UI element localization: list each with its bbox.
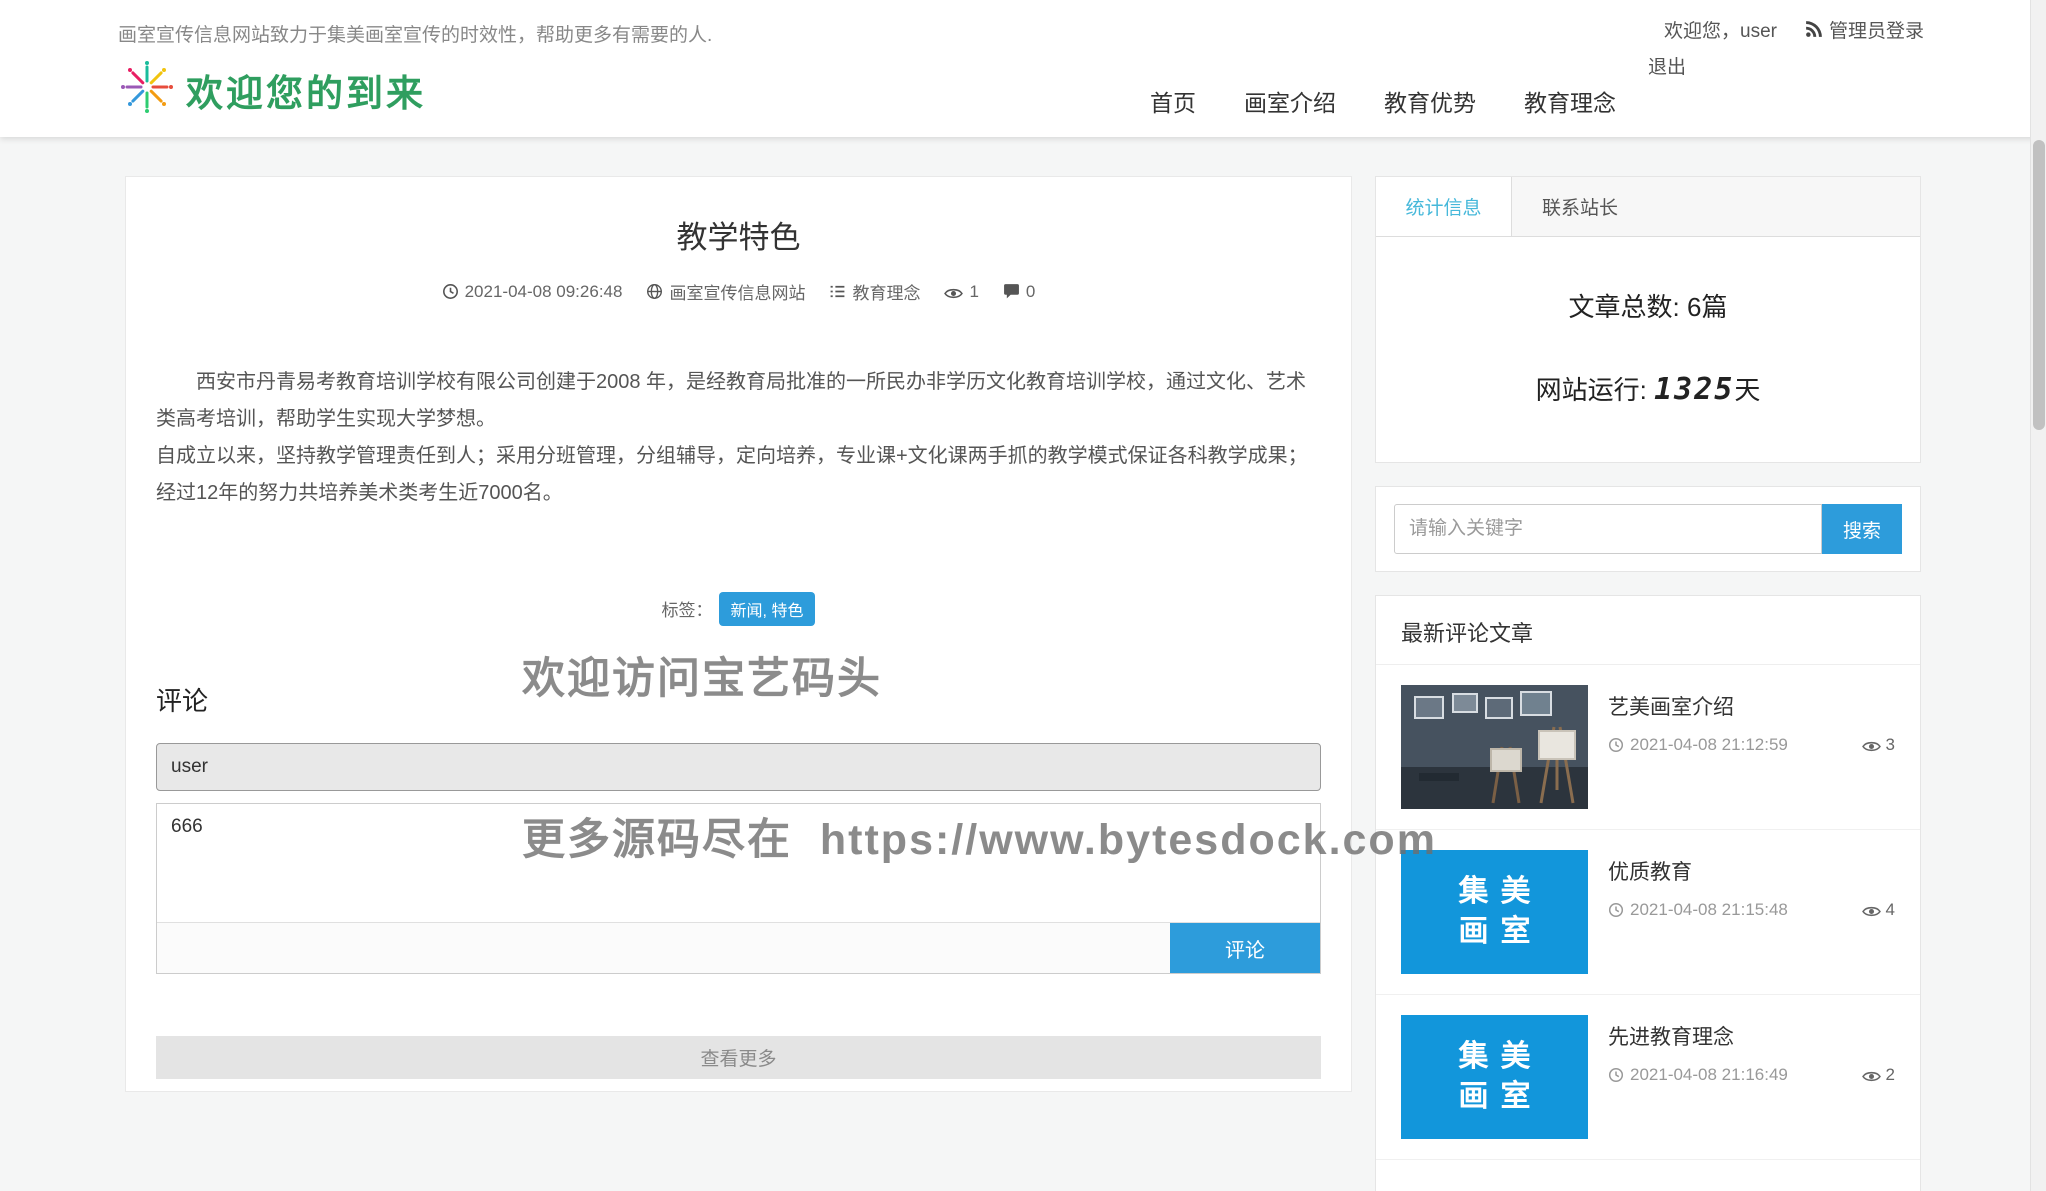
- admin-login-link[interactable]: 管理员登录: [1805, 16, 1924, 43]
- comments-heading: 评论: [156, 681, 1321, 718]
- article-title: 教学特色: [156, 212, 1321, 257]
- recent-comments-heading: 最新评论文章: [1376, 596, 1920, 665]
- nav-item-home[interactable]: 首页: [1150, 84, 1196, 118]
- stats-panel: 统计信息 联系站长 文章总数: 6篇 网站运行: 1325天: [1375, 176, 1921, 463]
- logo-text: 欢迎您的到来: [186, 63, 426, 117]
- site-slogan: 画室宣传信息网站致力于集美画室宣传的时效性，帮助更多有需要的人.: [118, 20, 712, 47]
- article-thumbnail-photo[interactable]: [1401, 685, 1588, 809]
- comment-form-footer: 评论: [157, 922, 1320, 973]
- article-thumbnail-logo[interactable]: 集美 画室: [1401, 1015, 1588, 1139]
- recent-article-item[interactable]: 艺美画室介绍 2021-04-08 21:12:59: [1376, 665, 1920, 830]
- nav-item-studio-intro[interactable]: 画室介绍: [1244, 84, 1336, 118]
- load-more-button[interactable]: 查看更多: [156, 1036, 1321, 1079]
- page-content: 教学特色 2021-04-08 09:26:48 画室宣传信息网站: [125, 176, 1921, 1191]
- recent-article-title[interactable]: 优质教育: [1608, 856, 1895, 886]
- clock-icon: [1608, 900, 1624, 920]
- article-view-count: 1: [944, 282, 978, 302]
- sidebar: 统计信息 联系站长 文章总数: 6篇 网站运行: 1325天 搜索 最新评论文章: [1375, 176, 1921, 1191]
- recent-article-info: 优质教育 2021-04-08 21:15:48: [1608, 850, 1895, 974]
- nav-item-education-philosophy[interactable]: 教育理念: [1524, 84, 1616, 118]
- tab-statistics[interactable]: 统计信息: [1376, 177, 1512, 236]
- article-body: 西安市丹青易考教育培训学校有限公司创建于2008 年，是经教育局批准的一所民办非…: [156, 364, 1321, 512]
- stat-total-articles: 文章总数: 6篇: [1376, 287, 1920, 324]
- recent-article-info: 艺美画室介绍 2021-04-08 21:12:59: [1608, 685, 1895, 809]
- recent-article-date: 2021-04-08 21:16:49: [1630, 1065, 1788, 1085]
- recent-article-views: 4: [1862, 900, 1895, 920]
- search-input[interactable]: [1394, 504, 1822, 554]
- search-panel: 搜索: [1375, 486, 1921, 572]
- topbar-user-area: 欢迎您，user 管理员登录 退出: [1648, 16, 1924, 79]
- starburst-logo-icon: [118, 58, 176, 121]
- recent-article-meta: 2021-04-08 21:16:49 2: [1608, 1065, 1895, 1085]
- site-logo[interactable]: 欢迎您的到来: [118, 58, 426, 121]
- main-nav: 首页 画室介绍 教育优势 教育理念: [1150, 84, 1616, 118]
- views-eye-icon: [1862, 735, 1881, 755]
- scrollbar-track[interactable]: [2030, 0, 2046, 1191]
- rss-icon: [1805, 19, 1823, 41]
- welcome-text: 欢迎您，user: [1664, 16, 1777, 43]
- recent-article-date: 2021-04-08 21:15:48: [1630, 900, 1788, 920]
- comment-bubble-icon: [1003, 282, 1020, 302]
- comment-form: 666 评论: [156, 803, 1321, 974]
- recent-article-date: 2021-04-08 21:12:59: [1630, 735, 1788, 755]
- scrollbar-thumb[interactable]: [2033, 140, 2045, 430]
- category-list-icon: [829, 282, 846, 302]
- article-category[interactable]: 教育理念: [829, 279, 920, 304]
- article-card: 教学特色 2021-04-08 09:26:48 画室宣传信息网站: [125, 176, 1352, 1092]
- recent-article-info: 先进教育理念 2021-04-08 21:16:49: [1608, 1015, 1895, 1139]
- article-thumbnail-logo[interactable]: 集美 画室: [1401, 850, 1588, 974]
- tags-label: 标签：: [662, 601, 713, 620]
- article-comment-count: 0: [1003, 282, 1035, 302]
- article-date: 2021-04-08 09:26:48: [442, 282, 623, 302]
- recent-article-item[interactable]: 集美 画室 优质教育 2021-04-08 21:15:48: [1376, 830, 1920, 995]
- comment-textarea[interactable]: 666: [157, 804, 1320, 922]
- article-tags-row: 标签： 新闻, 特色: [156, 592, 1321, 626]
- recent-article-item[interactable]: 集美 画室 先进教育理念 2021-04-08 21:16:49: [1376, 995, 1920, 1160]
- article-paragraph-2: 自成立以来，坚持教学管理责任到人；采用分班管理，分组辅导，定向培养，专业课+文化…: [156, 438, 1321, 512]
- recent-article-title[interactable]: 艺美画室介绍: [1608, 691, 1895, 721]
- globe-icon: [646, 282, 663, 302]
- views-eye-icon: [944, 282, 963, 302]
- article-source: 画室宣传信息网站: [646, 279, 805, 304]
- views-eye-icon: [1862, 900, 1881, 920]
- search-button[interactable]: 搜索: [1822, 504, 1902, 554]
- tag-badge[interactable]: 新闻, 特色: [719, 592, 816, 626]
- submit-comment-button[interactable]: 评论: [1170, 923, 1320, 973]
- recent-article-meta: 2021-04-08 21:15:48 4: [1608, 900, 1895, 920]
- recent-article-views: 3: [1862, 735, 1895, 755]
- tab-contact-webmaster[interactable]: 联系站长: [1512, 177, 1648, 236]
- recent-article-views: 2: [1862, 1065, 1895, 1085]
- clock-icon: [1608, 1065, 1624, 1085]
- comment-username-input[interactable]: [156, 743, 1321, 791]
- sidebar-tabs: 统计信息 联系站长: [1376, 177, 1920, 237]
- clock-icon: [1608, 735, 1624, 755]
- views-eye-icon: [1862, 1065, 1881, 1085]
- stats-body: 文章总数: 6篇 网站运行: 1325天: [1376, 237, 1920, 462]
- recent-article-meta: 2021-04-08 21:12:59 3: [1608, 735, 1895, 755]
- stat-site-running: 网站运行: 1325天: [1376, 370, 1920, 407]
- running-days-counter: 1325: [1654, 372, 1734, 407]
- article-paragraph-1: 西安市丹青易考教育培训学校有限公司创建于2008 年，是经教育局批准的一所民办非…: [156, 364, 1321, 438]
- recent-comments-panel: 最新评论文章: [1375, 595, 1921, 1191]
- logout-link[interactable]: 退出: [1648, 57, 1686, 78]
- nav-item-education-advantage[interactable]: 教育优势: [1384, 84, 1476, 118]
- clock-icon: [442, 282, 459, 302]
- admin-login-label: 管理员登录: [1829, 16, 1924, 43]
- site-header: 画室宣传信息网站致力于集美画室宣传的时效性，帮助更多有需要的人. 欢迎您，use…: [0, 0, 2046, 137]
- recent-article-title[interactable]: 先进教育理念: [1608, 1021, 1895, 1051]
- article-meta: 2021-04-08 09:26:48 画室宣传信息网站 教育理念: [156, 279, 1321, 304]
